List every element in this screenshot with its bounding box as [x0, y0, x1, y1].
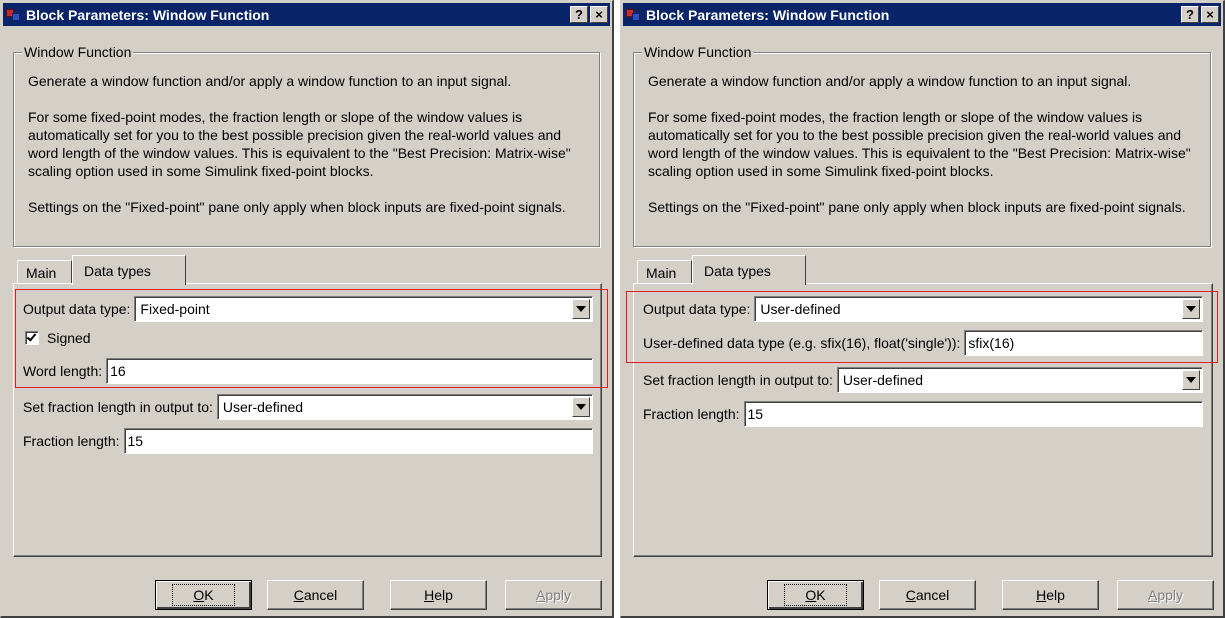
apply-mnemonic: A: [535, 587, 546, 603]
fraction-length-row: Fraction length:: [643, 401, 1203, 427]
output-data-type-row: Output data type: Fixed-point: [23, 296, 593, 322]
description-line-2: For some fixed-point modes, the fraction…: [648, 109, 1191, 179]
data-types-panel: [13, 283, 602, 557]
ok-rest: K: [204, 587, 214, 603]
tab-main[interactable]: Main: [17, 260, 72, 284]
ok-button[interactable]: OK: [767, 580, 864, 610]
user-defined-data-type-label: User-defined data type (e.g. sfix(16), f…: [643, 335, 961, 351]
block-parameters-dialog-left: Block Parameters: Window Function ? × Wi…: [0, 0, 614, 618]
output-data-type-select[interactable]: User-defined: [754, 296, 1203, 322]
apply-mnemonic: A: [1147, 587, 1158, 603]
block-parameters-dialog-right: Block Parameters: Window Function ? × Wi…: [620, 0, 1225, 618]
description-line-2: For some fixed-point modes, the fraction…: [28, 109, 571, 179]
apply-rest: pply: [1157, 587, 1184, 603]
fraction-mode-label: Set fraction length in output to:: [23, 399, 213, 415]
help-icon[interactable]: ?: [570, 6, 588, 23]
apply-button[interactable]: Apply: [505, 580, 602, 610]
output-data-type-row: Output data type: User-defined: [643, 296, 1203, 322]
output-data-type-value: Fixed-point: [140, 301, 210, 317]
title-bar[interactable]: Block Parameters: Window Function ? ×: [3, 3, 610, 26]
help-icon[interactable]: ?: [1181, 6, 1199, 23]
dropdown-arrow-icon[interactable]: [572, 299, 590, 319]
help-button[interactable]: Help: [1002, 580, 1099, 610]
fraction-mode-value: User-defined: [842, 372, 924, 388]
close-icon[interactable]: ×: [1201, 6, 1219, 23]
help-rest: elp: [1046, 587, 1065, 603]
output-data-type-label: Output data type:: [23, 301, 131, 317]
group-title: Window Function: [642, 44, 754, 60]
description-line-1: Generate a window function and/or apply …: [28, 73, 512, 89]
cancel-mnemonic: C: [905, 587, 916, 603]
tab-data-types[interactable]: Data types: [692, 255, 806, 285]
output-data-type-select[interactable]: Fixed-point: [134, 296, 593, 322]
fraction-length-field[interactable]: [743, 401, 1203, 427]
simulink-block-icon: [626, 7, 642, 23]
tab-data-types[interactable]: Data types: [72, 255, 186, 285]
cancel-mnemonic: C: [293, 587, 304, 603]
window-title: Block Parameters: Window Function: [26, 6, 270, 23]
apply-button[interactable]: Apply: [1117, 580, 1214, 610]
cancel-button[interactable]: Cancel: [879, 580, 976, 610]
ok-mnemonic: O: [193, 587, 205, 603]
ok-button-focus: OK: [784, 584, 847, 606]
cancel-rest: ancel: [915, 587, 950, 603]
description: Generate a window function and/or apply …: [28, 72, 589, 234]
description-line-1: Generate a window function and/or apply …: [648, 73, 1132, 89]
word-length-field[interactable]: [106, 358, 593, 384]
fraction-length-label: Fraction length:: [23, 433, 120, 449]
window-title: Block Parameters: Window Function: [646, 6, 890, 23]
description: Generate a window function and/or apply …: [648, 72, 1200, 234]
word-length-label: Word length:: [23, 363, 103, 379]
simulink-block-icon: [6, 7, 22, 23]
help-button[interactable]: Help: [390, 580, 487, 610]
fraction-mode-value: User-defined: [222, 399, 304, 415]
ok-mnemonic: O: [805, 587, 817, 603]
window-function-group: Window Function Generate a window functi…: [13, 44, 600, 247]
fraction-mode-row: Set fraction length in output to: User-d…: [643, 367, 1203, 393]
help-mnemonic: H: [1036, 587, 1047, 603]
group-title: Window Function: [22, 44, 134, 60]
description-line-3: Settings on the "Fixed-point" pane only …: [648, 199, 1186, 215]
cancel-rest: ancel: [303, 587, 338, 603]
apply-rest: pply: [545, 587, 572, 603]
dropdown-arrow-icon[interactable]: [1182, 370, 1200, 390]
dropdown-arrow-icon[interactable]: [1182, 299, 1200, 319]
ok-button-focus: OK: [172, 584, 235, 606]
user-defined-data-type-row: User-defined data type (e.g. sfix(16), f…: [643, 330, 1203, 356]
word-length-row: Word length:: [23, 358, 593, 384]
fraction-length-label: Fraction length:: [643, 406, 740, 422]
signed-label: Signed: [47, 330, 91, 346]
fraction-mode-select[interactable]: User-defined: [216, 394, 593, 420]
cancel-button[interactable]: Cancel: [267, 580, 364, 610]
fraction-mode-row: Set fraction length in output to: User-d…: [23, 394, 593, 420]
title-bar[interactable]: Block Parameters: Window Function ? ×: [623, 3, 1221, 26]
help-rest: elp: [434, 587, 453, 603]
fraction-length-field[interactable]: [123, 428, 593, 454]
ok-rest: K: [816, 587, 826, 603]
fraction-mode-select[interactable]: User-defined: [836, 367, 1203, 393]
fraction-mode-label: Set fraction length in output to:: [643, 372, 833, 388]
description-line-3: Settings on the "Fixed-point" pane only …: [28, 199, 566, 215]
output-data-type-value: User-defined: [760, 301, 841, 317]
close-icon[interactable]: ×: [590, 6, 608, 23]
help-mnemonic: H: [424, 587, 435, 603]
dropdown-arrow-icon[interactable]: [572, 397, 590, 417]
output-data-type-label: Output data type:: [643, 301, 751, 317]
tab-main[interactable]: Main: [637, 260, 692, 284]
user-defined-data-type-field[interactable]: [964, 330, 1203, 356]
window-function-group: Window Function Generate a window functi…: [633, 44, 1211, 247]
ok-button[interactable]: OK: [155, 580, 252, 610]
signed-checkbox[interactable]: [25, 331, 39, 345]
signed-row: Signed: [25, 330, 91, 346]
checkmark-icon: [26, 331, 37, 342]
fraction-length-row: Fraction length:: [23, 428, 593, 454]
